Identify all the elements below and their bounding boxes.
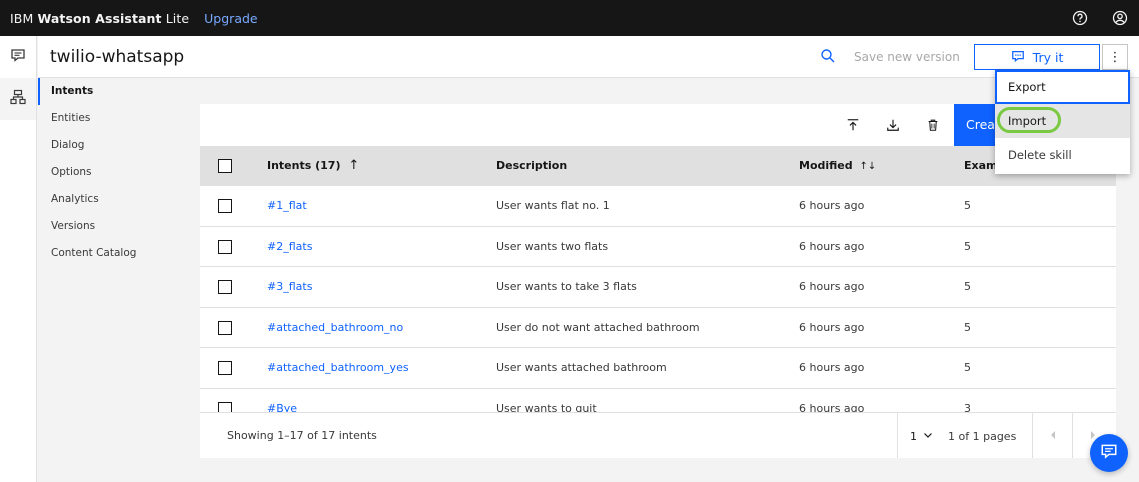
intent-description: User wants attached bathroom — [496, 361, 667, 374]
table-row: #attached_bathroom_yes User wants attach… — [200, 348, 1116, 389]
tree-diagram-icon — [10, 89, 26, 109]
intent-modified: 6 hours ago — [799, 361, 865, 374]
product-brand[interactable]: IBM Watson Assistant Lite — [10, 11, 189, 26]
top-bar-actions — [1069, 0, 1131, 36]
download-icon[interactable] — [884, 116, 902, 134]
user-avatar-icon[interactable] — [1109, 7, 1131, 29]
intent-link[interactable]: #3_flats — [267, 267, 312, 307]
intent-modified: 6 hours ago — [799, 199, 865, 212]
page-title: twilio-whatsapp — [50, 47, 185, 67]
caret-left-icon — [1049, 430, 1057, 443]
skill-side-nav: Intents Entities Dialog Options Analytic… — [38, 78, 198, 267]
chat-bubble-icon — [10, 47, 26, 67]
chat-icon — [1011, 49, 1025, 66]
intent-examples-count: 5 — [964, 361, 971, 374]
previous-page-button[interactable] — [1032, 413, 1072, 458]
table-row: #Bye User wants to quit 6 hours ago 3 — [200, 389, 1116, 413]
rail-dialog-tree-button[interactable] — [0, 78, 36, 120]
intent-description: User do not want attached bathroom — [496, 320, 700, 334]
row-checkbox[interactable] — [218, 361, 232, 375]
save-new-version-button[interactable]: Save new version — [854, 50, 960, 64]
intent-examples-count: 5 — [964, 199, 971, 212]
column-header-modified[interactable]: Modified ↑↓ — [799, 146, 876, 186]
nav-item-dialog[interactable]: Dialog — [38, 132, 198, 159]
chat-icon — [1100, 442, 1118, 464]
row-checkbox[interactable] — [218, 280, 232, 294]
try-it-label: Try it — [1032, 49, 1064, 65]
upload-icon[interactable] — [844, 116, 862, 134]
rail-skills-button[interactable] — [0, 36, 36, 78]
chat-launcher-button[interactable] — [1090, 434, 1128, 472]
sort-ascending-icon: ↑ — [348, 158, 360, 173]
intent-description: User wants to quit — [496, 401, 597, 413]
table-toolbar: Create intent — [200, 104, 1116, 146]
pagination: 1 1 of 1 pages — [897, 413, 1116, 458]
nav-item-analytics[interactable]: Analytics — [38, 186, 198, 213]
table-header: Intents (17) ↑ Description Modified ↑↓ E… — [200, 146, 1116, 186]
select-all-checkbox[interactable] — [218, 159, 232, 173]
overflow-menu-button[interactable]: ⋮ — [1102, 44, 1128, 70]
intent-link[interactable]: #2_flats — [267, 227, 312, 267]
results-count: Showing 1–17 of 17 intents — [227, 429, 377, 442]
chevron-down-icon — [923, 430, 933, 443]
row-checkbox[interactable] — [218, 320, 232, 335]
brand-tier: Lite — [165, 10, 190, 26]
intent-modified: 6 hours ago — [799, 320, 865, 334]
intent-description: User wants two flats — [496, 239, 609, 253]
intent-link[interactable]: #1_flat — [267, 186, 307, 226]
column-header-intents[interactable]: Intents (17) ↑ — [267, 146, 359, 186]
intent-description: User wants flat no. 1 — [496, 199, 610, 212]
intent-modified: 6 hours ago — [799, 239, 865, 253]
table-footer: Showing 1–17 of 17 intents 1 1 of 1 page… — [200, 412, 1116, 458]
left-rail — [0, 36, 37, 482]
intent-examples-count: 5 — [964, 239, 971, 253]
top-bar: IBM Watson Assistant Lite Upgrade — [0, 0, 1139, 36]
intent-link[interactable]: #attached_bathroom_no — [267, 308, 403, 348]
intent-modified: 6 hours ago — [799, 401, 865, 413]
intent-link[interactable]: #Bye — [267, 389, 297, 413]
table-row: #1_flat User wants flat no. 1 6 hours ag… — [200, 186, 1116, 227]
table-row: #3_flats User wants to take 3 flats 6 ho… — [200, 267, 1116, 308]
intent-modified: 6 hours ago — [799, 280, 865, 293]
table-row: #attached_bathroom_no User do not want a… — [200, 308, 1116, 348]
annotation-highlight-ring — [997, 107, 1061, 133]
table-row: #2_flats User wants two flats 6 hours ag… — [200, 227, 1116, 267]
column-header-intents-label: Intents (17) — [267, 159, 341, 172]
row-checkbox[interactable] — [218, 239, 232, 254]
column-header-description: Description — [496, 159, 568, 172]
intent-examples-count: 5 — [964, 320, 971, 334]
page-count: 1 of 1 pages — [948, 429, 1017, 443]
page-select[interactable]: 1 — [898, 430, 942, 443]
trash-icon[interactable] — [924, 116, 942, 134]
brand-name: Watson Assistant — [37, 10, 162, 26]
nav-item-intents[interactable]: Intents — [38, 78, 198, 105]
sort-icon: ↑↓ — [859, 161, 877, 172]
nav-item-options[interactable]: Options — [38, 159, 198, 186]
row-checkbox[interactable] — [218, 401, 232, 412]
search-icon[interactable] — [820, 48, 838, 66]
intent-description: User wants to take 3 flats — [496, 280, 637, 293]
try-it-button[interactable]: Try it — [974, 44, 1100, 70]
menu-item-import[interactable]: Import — [995, 104, 1130, 138]
skill-header: twilio-whatsapp Save new version Try it … — [38, 36, 1139, 78]
nav-item-versions[interactable]: Versions — [38, 213, 198, 240]
table-body: #1_flat User wants flat no. 1 6 hours ag… — [200, 186, 1116, 412]
intent-link[interactable]: #attached_bathroom_yes — [267, 348, 409, 388]
page-select-value: 1 — [910, 429, 917, 443]
intent-examples-count: 5 — [964, 280, 971, 293]
menu-item-export[interactable]: Export — [995, 70, 1130, 104]
brand-ibm: IBM — [10, 10, 34, 26]
intent-examples-count: 3 — [964, 401, 971, 413]
nav-item-entities[interactable]: Entities — [38, 105, 198, 132]
overflow-menu: Export Import Delete skill — [995, 70, 1130, 174]
help-icon[interactable] — [1069, 7, 1091, 29]
menu-item-delete-skill[interactable]: Delete skill — [995, 138, 1130, 172]
upgrade-link[interactable]: Upgrade — [204, 11, 257, 26]
row-checkbox[interactable] — [218, 199, 232, 213]
nav-item-content-catalog[interactable]: Content Catalog — [38, 240, 198, 267]
column-header-modified-label: Modified — [799, 159, 853, 172]
intents-table-card: Create intent Intents (17) ↑ Description… — [200, 104, 1116, 458]
